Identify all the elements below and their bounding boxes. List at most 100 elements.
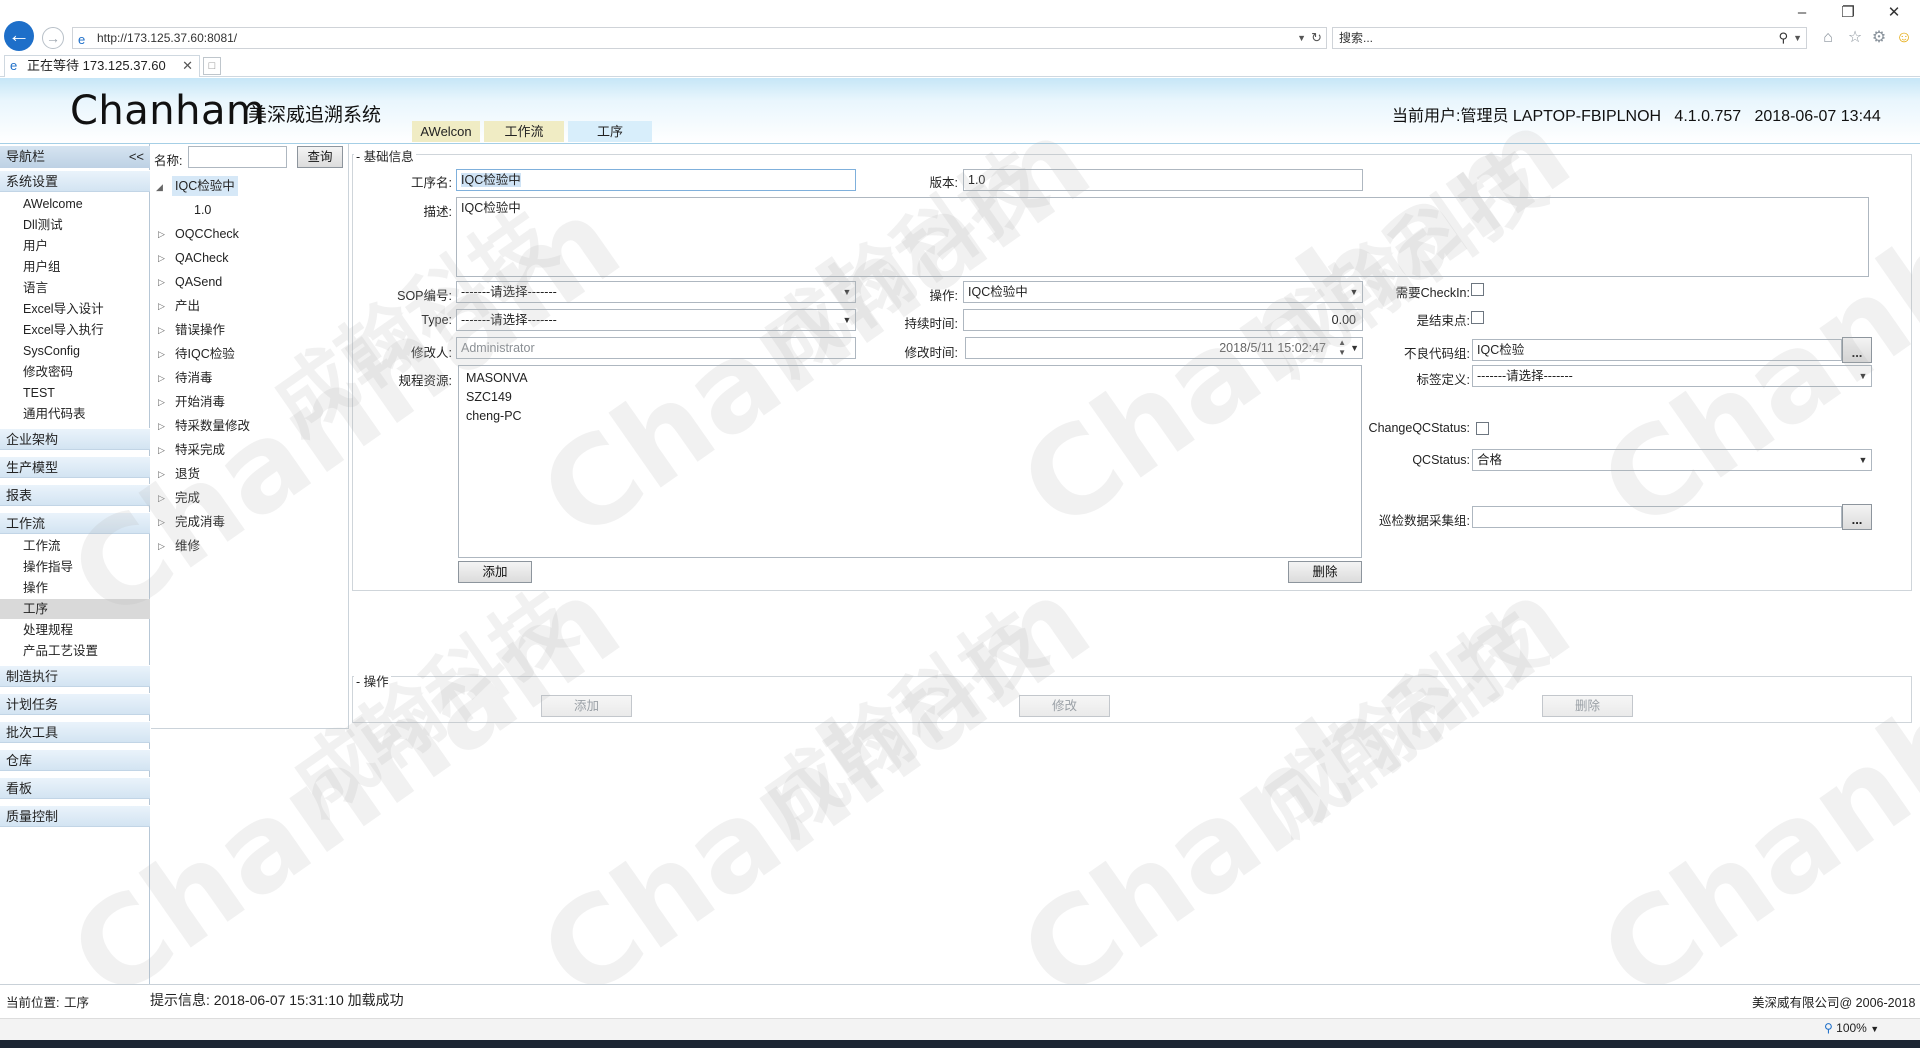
- sidebar-item-excel-design[interactable]: Excel导入设计: [0, 299, 150, 319]
- sidebar-group-system[interactable]: 系统设置: [0, 170, 150, 192]
- type-select[interactable]: -------请选择------- ▼: [456, 309, 856, 331]
- collapsed-arrow-icon[interactable]: ▷: [158, 493, 170, 504]
- tree-node[interactable]: 开始消毒: [172, 392, 228, 412]
- name-search-input[interactable]: [188, 146, 287, 168]
- collapsed-arrow-icon[interactable]: ▷: [158, 469, 170, 480]
- tree-node[interactable]: 完成: [172, 488, 203, 508]
- sidebar-group-batch-tools[interactable]: 批次工具: [0, 721, 150, 743]
- star-icon[interactable]: ☆: [1845, 28, 1865, 48]
- sidebar-item-operation-guide[interactable]: 操作指导: [0, 557, 150, 577]
- collapsed-arrow-icon[interactable]: ▷: [158, 349, 170, 360]
- collapsed-arrow-icon[interactable]: ▷: [158, 517, 170, 528]
- sidebar-item-dll-test[interactable]: Dll测试: [0, 215, 150, 235]
- duration-input[interactable]: 0.00: [963, 309, 1363, 331]
- tab-awelcon[interactable]: AWelcon: [412, 121, 480, 142]
- sidebar-item-excel-exec[interactable]: Excel导入执行: [0, 320, 150, 340]
- version-input[interactable]: 1.0: [963, 169, 1363, 191]
- sidebar-item-workflow[interactable]: 工作流: [0, 536, 150, 556]
- op-edit-button[interactable]: 修改: [1019, 695, 1110, 717]
- sidebar-group-workflow[interactable]: 工作流: [0, 512, 150, 534]
- search-icon[interactable]: ⚲: [1778, 28, 1788, 48]
- sidebar-item-test[interactable]: TEST: [0, 383, 150, 403]
- smiley-icon[interactable]: ☺: [1894, 28, 1914, 48]
- dropdown-arrow-icon[interactable]: ▼: [1855, 366, 1871, 386]
- op-delete-button[interactable]: 删除: [1542, 695, 1633, 717]
- new-tab-icon[interactable]: □: [203, 57, 221, 75]
- tree-node[interactable]: 待IQC检验: [172, 344, 238, 364]
- dropdown-arrow-icon[interactable]: ▼: [1870, 1024, 1879, 1034]
- sop-select[interactable]: -------请选择------- ▼: [456, 281, 856, 303]
- collapsed-arrow-icon[interactable]: ▷: [158, 445, 170, 456]
- sidebar-group-enterprise[interactable]: 企业架构: [0, 428, 150, 450]
- sidebar-item-language[interactable]: 语言: [0, 278, 150, 298]
- need-checkin-checkbox[interactable]: [1471, 283, 1484, 296]
- defect-group-input[interactable]: IQC检验: [1472, 339, 1842, 361]
- tree-node[interactable]: 待消毒: [172, 368, 216, 388]
- refresh-icon[interactable]: ↻: [1311, 28, 1322, 48]
- sidebar-group-quality[interactable]: 质量控制: [0, 805, 150, 827]
- sidebar-item-user-groups[interactable]: 用户组: [0, 257, 150, 277]
- collapsed-arrow-icon[interactable]: ▷: [158, 301, 170, 312]
- sidebar-item-process[interactable]: 工序: [0, 599, 150, 619]
- tree-node[interactable]: 特采完成: [172, 440, 228, 460]
- sidebar-group-production-model[interactable]: 生产模型: [0, 456, 150, 478]
- collapsed-arrow-icon[interactable]: ▷: [158, 325, 170, 336]
- back-arrow-icon[interactable]: ←: [4, 21, 34, 51]
- tree-node[interactable]: OQCCheck: [172, 224, 242, 244]
- tree-node-iqc[interactable]: IQC检验中: [172, 176, 238, 196]
- zoom-control[interactable]: ⚲ 100% ▼: [1824, 1021, 1879, 1035]
- label-def-select[interactable]: -------请选择------- ▼: [1472, 365, 1872, 387]
- dropdown-arrow-icon[interactable]: ▼: [839, 310, 855, 330]
- delete-resource-button[interactable]: 删除: [1288, 561, 1362, 583]
- browser-tab[interactable]: e 正在等待 173.125.37.60 ✕: [4, 55, 200, 77]
- collapsed-arrow-icon[interactable]: ▷: [158, 277, 170, 288]
- dropdown-arrow-icon[interactable]: ▼: [1350, 338, 1359, 358]
- tree-node[interactable]: 产出: [172, 296, 203, 316]
- home-icon[interactable]: ⌂: [1818, 28, 1838, 48]
- sidebar-group-kanban[interactable]: 看板: [0, 777, 150, 799]
- collapsed-arrow-icon[interactable]: ▷: [158, 229, 170, 240]
- tree-node[interactable]: 维修: [172, 536, 203, 556]
- op-add-button[interactable]: 添加: [541, 695, 632, 717]
- tree-node[interactable]: 完成消毒: [172, 512, 228, 532]
- tree-node[interactable]: 退货: [172, 464, 203, 484]
- sidebar-item-change-password[interactable]: 修改密码: [0, 362, 150, 382]
- sidebar-item-users[interactable]: 用户: [0, 236, 150, 256]
- description-textarea[interactable]: IQC检验中: [456, 197, 1869, 277]
- operation-select[interactable]: IQC检验中 ▼: [963, 281, 1363, 303]
- sidebar-group-reports[interactable]: 报表: [0, 484, 150, 506]
- patrol-group-picker-button[interactable]: ...: [1842, 504, 1872, 530]
- tab-close-icon[interactable]: ✕: [182, 56, 193, 76]
- dropdown-arrow-icon[interactable]: ▼: [1793, 28, 1802, 48]
- browser-search-input[interactable]: 搜索... ⚲ ▼: [1332, 27, 1807, 49]
- tab-workflow[interactable]: 工作流: [484, 121, 564, 142]
- is-end-checkbox[interactable]: [1471, 311, 1484, 324]
- close-icon[interactable]: ✕: [1880, 2, 1908, 24]
- list-item[interactable]: SZC149: [466, 388, 1354, 407]
- gear-icon[interactable]: ⚙: [1869, 28, 1889, 48]
- sidebar-item-code-table[interactable]: 通用代码表: [0, 404, 150, 424]
- change-qc-checkbox[interactable]: [1476, 422, 1489, 435]
- address-bar[interactable]: e http://173.125.37.60:8081/ ▼ ↻: [72, 27, 1327, 49]
- tree-node[interactable]: QASend: [172, 272, 225, 292]
- list-item[interactable]: cheng-PC: [466, 407, 1354, 426]
- tree-node[interactable]: 错误操作: [172, 320, 228, 340]
- expanded-arrow-icon[interactable]: ◢: [156, 182, 168, 193]
- collapsed-arrow-icon[interactable]: ▷: [158, 421, 170, 432]
- restore-icon[interactable]: ❐: [1834, 2, 1862, 24]
- sidebar-item-procedure[interactable]: 处理规程: [0, 620, 150, 640]
- sidebar-item-awelcome[interactable]: AWelcome: [0, 194, 150, 214]
- add-resource-button[interactable]: 添加: [458, 561, 532, 583]
- tree-node-version[interactable]: 1.0: [191, 200, 214, 220]
- sidebar-group-plan-tasks[interactable]: 计划任务: [0, 693, 150, 715]
- sidebar-item-sysconfig[interactable]: SysConfig: [0, 341, 150, 361]
- tree-node[interactable]: 特采数量修改: [172, 416, 253, 436]
- spinner-icon[interactable]: ▲ ▼: [1338, 338, 1346, 358]
- collapsed-arrow-icon[interactable]: ▷: [158, 397, 170, 408]
- sidebar-group-manufacturing[interactable]: 制造执行: [0, 665, 150, 687]
- query-button[interactable]: 查询: [297, 146, 343, 168]
- tree-node[interactable]: QACheck: [172, 248, 232, 268]
- collapsed-arrow-icon[interactable]: ▷: [158, 253, 170, 264]
- collapsed-arrow-icon[interactable]: ▷: [158, 541, 170, 552]
- list-item[interactable]: MASONVA: [466, 369, 1354, 388]
